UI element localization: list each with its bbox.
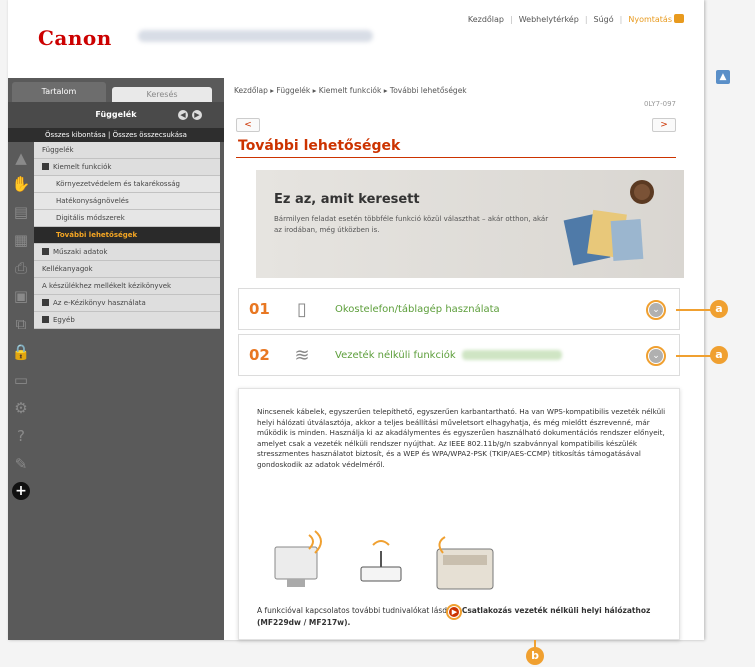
warning-icon[interactable]: ▲ — [11, 148, 31, 168]
collapse-icon[interactable] — [42, 163, 49, 170]
product-name-blurred — [138, 30, 373, 42]
toc-item-label: Egyéb — [53, 316, 75, 324]
printer-icon — [674, 14, 684, 23]
sidebar-tabs: Tartalom Keresés — [8, 78, 224, 102]
scroll-to-top-button[interactable]: ▲ — [716, 70, 730, 84]
prev-page-button[interactable]: < — [236, 118, 260, 132]
toc-item[interactable]: Kiemelt funkciók — [34, 159, 220, 176]
print-label: Nyomtatás — [628, 15, 672, 24]
model-names-blurred — [461, 350, 562, 360]
toc-item-label: Műszaki adatok — [53, 248, 108, 256]
print-link[interactable]: Nyomtatás — [628, 14, 684, 24]
feature-row-wireless[interactable]: 02 ≋ Vezeték nélküli funkciók ⌄ — [238, 334, 680, 376]
toc-item-label: Az e-Kézikönyv használata — [53, 299, 146, 307]
toc-item-label: További lehetőségek — [56, 231, 138, 239]
toc-item-label: Hatékonyságnövelés — [56, 197, 129, 205]
separator: | — [619, 14, 623, 24]
feature-label-text: Vezeték nélküli funkciók — [335, 350, 456, 361]
toc-item-label: Függelék — [42, 146, 74, 154]
banner-illustration — [563, 180, 654, 266]
help-icon[interactable]: ? — [11, 426, 31, 446]
sidebar: Tartalom Keresés Függelék ◀ ▶ Összes kib… — [8, 78, 224, 640]
help-link[interactable]: Súgó — [594, 15, 614, 24]
gear-icon[interactable]: ⚙ — [11, 398, 31, 418]
wireless-setup-illustration — [274, 530, 494, 590]
expand-icon[interactable] — [42, 299, 49, 306]
monitor-icon[interactable]: ▭ — [11, 370, 31, 390]
banner-heading: Ez az, amit keresett — [274, 192, 420, 207]
callout-a-line — [676, 355, 712, 357]
toc-item[interactable]: Függelék — [34, 142, 220, 159]
printer-icon[interactable]: ⎙ — [11, 258, 31, 278]
callout-a: a — [710, 346, 728, 364]
document-icon[interactable]: ▤ — [11, 202, 31, 222]
toc-item[interactable]: Műszaki adatok — [34, 244, 220, 261]
next-section-icon[interactable]: ▶ — [192, 110, 202, 120]
callout-a-line — [676, 309, 712, 311]
main-content: Kezdőlap ▸ Függelék ▸ Kiemelt funkciók ▸… — [232, 78, 692, 640]
link-arrow-icon[interactable]: ▶ — [446, 604, 463, 620]
chapter-icon-column: ▲ ✋ ▤ ▦ ⎙ ▣ ⧉ 🔒 ▭ ⚙ ? ✎ + — [8, 142, 34, 640]
expand-icon[interactable] — [42, 316, 49, 323]
more-info-prefix: A funkcióval kapcsolatos további tudniva… — [257, 606, 448, 615]
sitemap-link[interactable]: Webhelytérkép — [519, 15, 579, 24]
hand-icon[interactable]: ✋ — [11, 174, 31, 194]
wrench-icon[interactable]: ✎ — [11, 454, 31, 474]
home-link[interactable]: Kezdőlap — [468, 15, 504, 24]
feature-number: 02 — [249, 346, 270, 364]
toc-item[interactable]: Digitális módszerek — [34, 210, 220, 227]
toc-item-label: Kellékanyagok — [42, 265, 93, 273]
toc-item[interactable]: Környezetvédelem és takarékosság — [34, 176, 220, 193]
section-title: Függelék — [95, 110, 137, 119]
canon-logo: Canon — [38, 26, 112, 50]
toc-item-active[interactable]: További lehetőségek — [34, 227, 220, 244]
feature-number: 01 — [249, 300, 270, 318]
document-id: 0LY7-097 — [643, 100, 676, 108]
callout-b: b — [526, 647, 544, 665]
detail-text: Nincsenek kábelek, egyszerűen telepíthet… — [257, 407, 666, 469]
tab-search[interactable]: Keresés — [112, 87, 212, 102]
toc-item-label: Környezetvédelem és takarékosság — [56, 180, 180, 188]
lock-icon[interactable]: 🔒 — [11, 342, 31, 362]
toc-item[interactable]: Kellékanyagok — [34, 261, 220, 278]
detail-more-info: A funkcióval kapcsolatos további tudniva… — [257, 604, 667, 628]
toc-item[interactable]: Az e-Kézikönyv használata — [34, 295, 220, 312]
breadcrumb[interactable]: Kezdőlap ▸ Függelék ▸ Kiemelt funkciók ▸… — [234, 86, 467, 95]
page-title: További lehetőségek — [238, 138, 401, 154]
feature-row-smartphone[interactable]: 01 ▯ Okostelefon/táblagép használata ⌄ — [238, 288, 680, 330]
separator: | — [510, 14, 513, 24]
toc-item[interactable]: Hatékonyságnövelés — [34, 193, 220, 210]
banner-text: Bármilyen feladat esetén többféle funkci… — [274, 215, 549, 234]
toc-item[interactable]: A készülékhez mellékelt kézikönyvek — [34, 278, 220, 295]
tab-contents[interactable]: Tartalom — [12, 82, 106, 102]
expand-icon[interactable] — [42, 248, 49, 255]
top-links: Kezdőlap | Webhelytérkép | Súgó | Nyomta… — [468, 14, 684, 24]
wifi-icon: ≋ — [294, 345, 310, 366]
panel-icon[interactable]: ▦ — [11, 230, 31, 250]
expand-toggle-icon[interactable]: ⌄ — [646, 300, 666, 320]
title-divider — [236, 157, 676, 158]
feature-label: Vezeték nélküli funkciók — [335, 350, 562, 361]
expand-toggle-icon[interactable]: ⌄ — [646, 346, 666, 366]
page-frame: Canon Kezdőlap | Webhelytérkép | Súgó | … — [0, 0, 755, 667]
next-page-button[interactable]: > — [652, 118, 676, 132]
toc-tree: Függelék Kiemelt funkciók Környezetvédel… — [34, 142, 220, 329]
prev-section-icon[interactable]: ◀ — [178, 110, 188, 120]
toc-item-label: Digitális módszerek — [56, 214, 125, 222]
smartphone-icon: ▯ — [297, 299, 307, 320]
expand-collapse-all[interactable]: Összes kibontása | Összes összecsukása — [8, 128, 224, 142]
separator: | — [584, 14, 588, 24]
network-icon[interactable]: ⧉ — [11, 314, 31, 334]
copy-icon[interactable]: ▣ — [11, 286, 31, 306]
feature-detail-panel: Nincsenek kábelek, egyszerűen telepíthet… — [238, 388, 680, 640]
callout-a: a — [710, 300, 728, 318]
appendix-plus-icon[interactable]: + — [12, 482, 30, 500]
toc-item-label: A készülékhez mellékelt kézikönyvek — [42, 282, 172, 290]
toc-item-label: Kiemelt funkciók — [53, 163, 112, 171]
toc-item[interactable]: Egyéb — [34, 312, 220, 329]
feature-label: Okostelefon/táblagép használata — [335, 304, 500, 315]
section-heading: Függelék ◀ ▶ — [8, 102, 224, 128]
intro-banner: Ez az, amit keresett Bármilyen feladat e… — [256, 170, 684, 278]
